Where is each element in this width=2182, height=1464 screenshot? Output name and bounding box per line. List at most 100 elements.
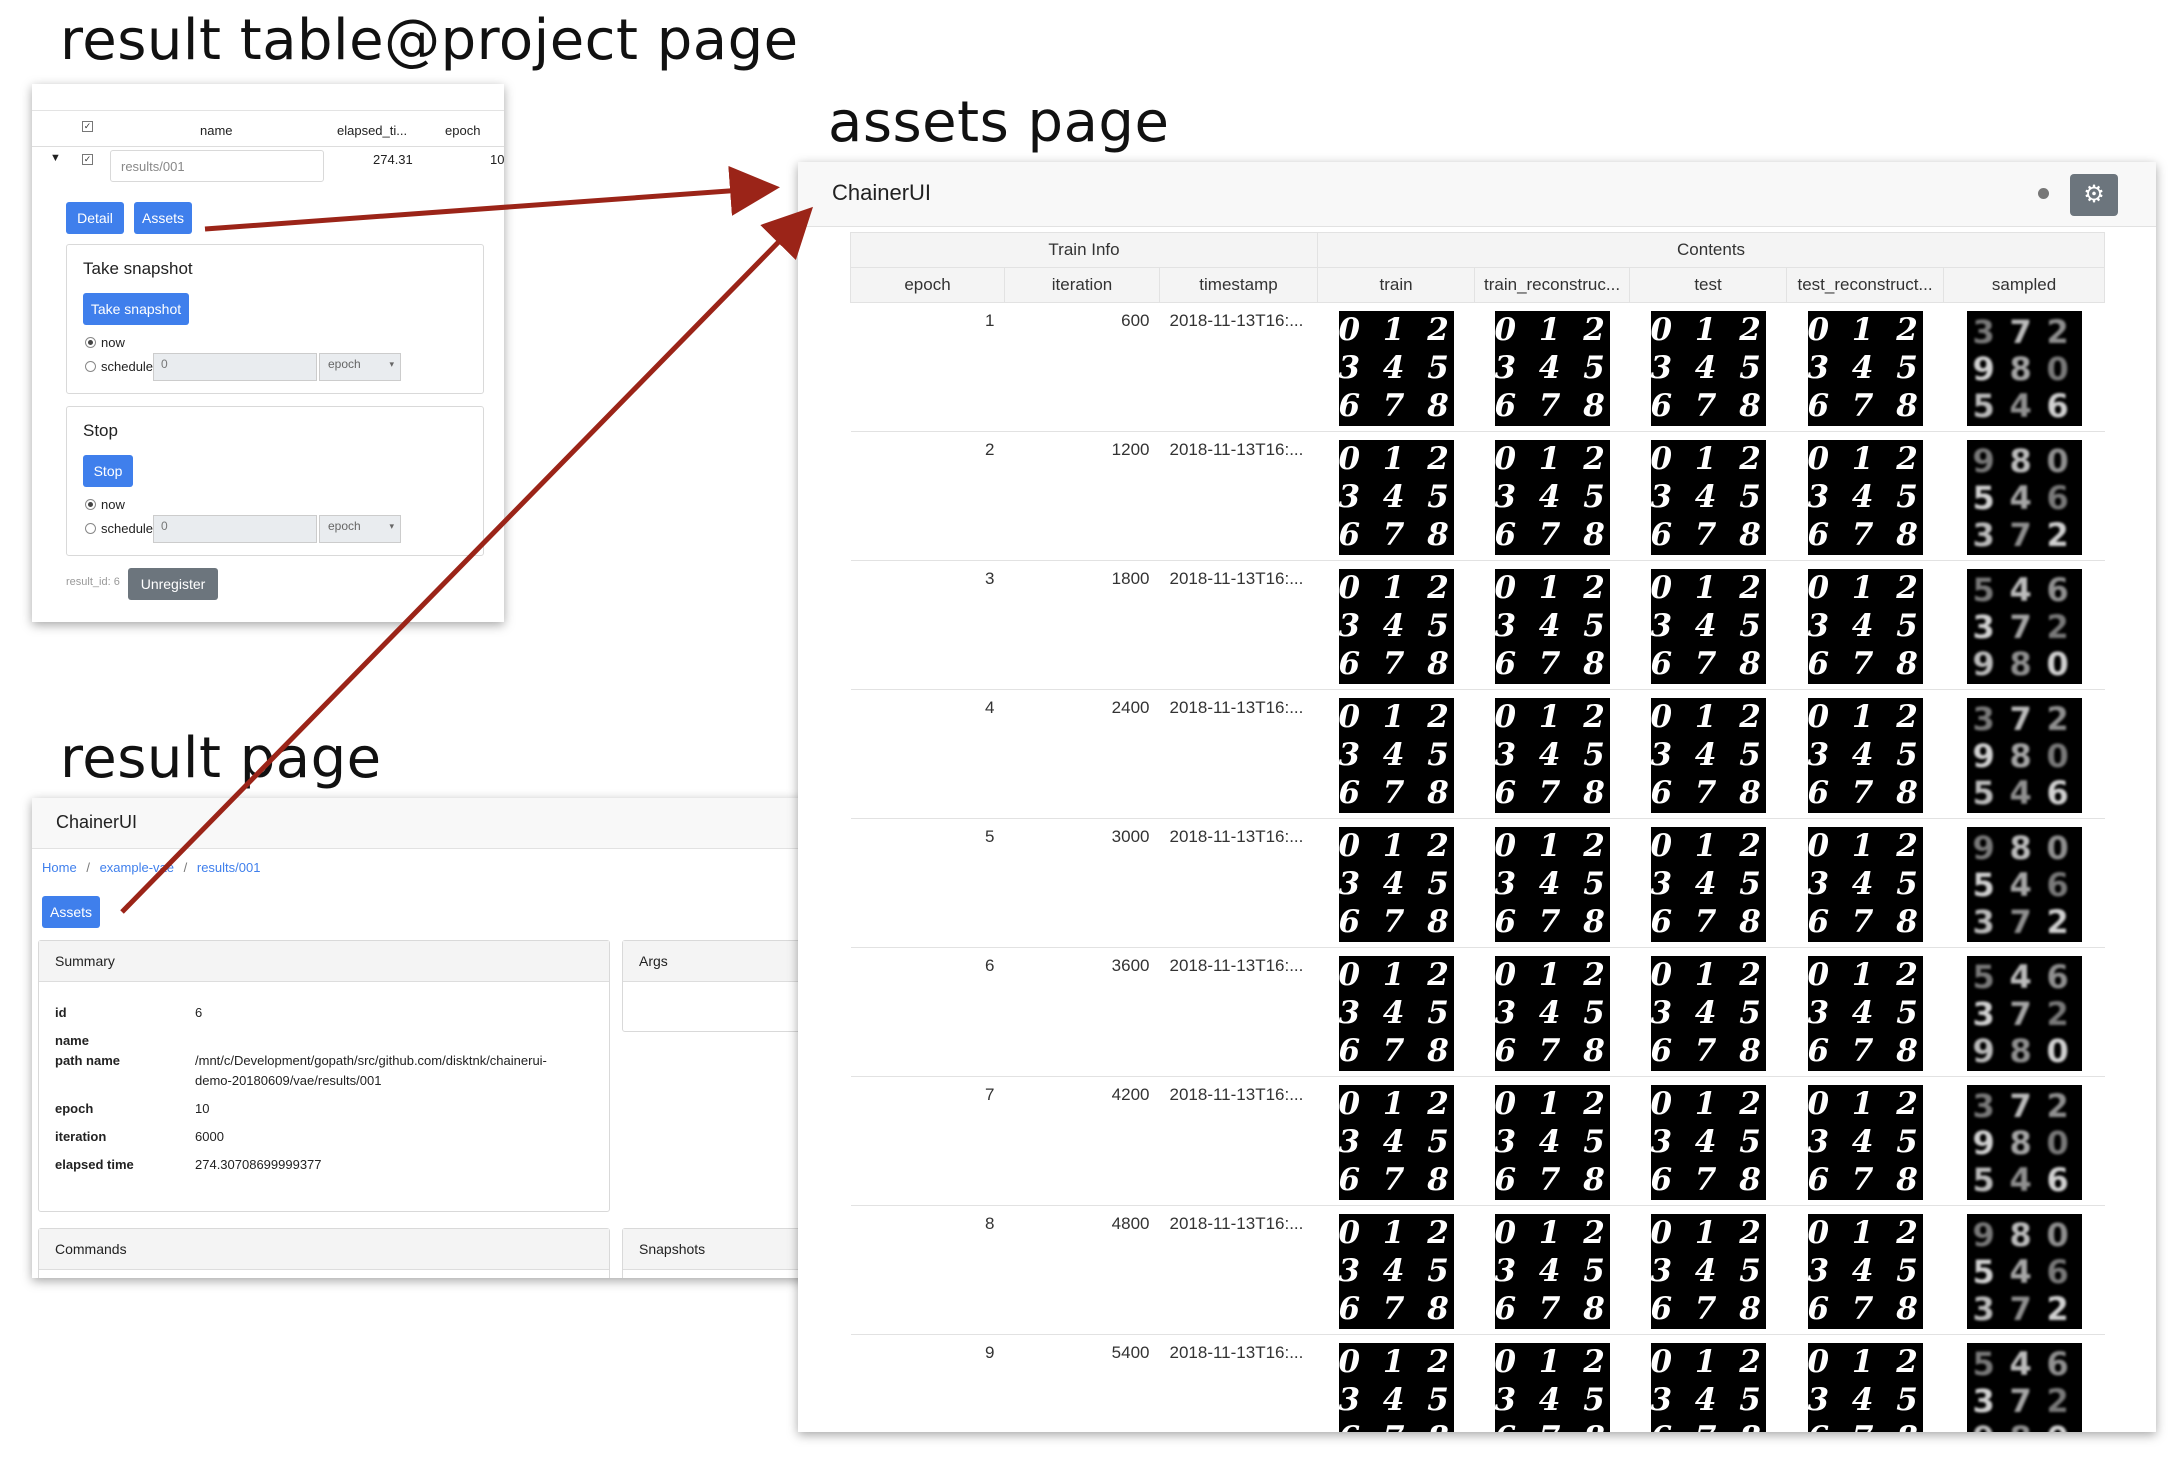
stop-button[interactable]: Stop — [83, 455, 133, 487]
column-header-train-reconstruct[interactable]: train_reconstruc... — [1474, 267, 1631, 303]
expand-chevron-icon[interactable]: ▼ — [50, 152, 61, 164]
digit-line: 0 1 2 — [1494, 570, 1611, 606]
test-image[interactable]: 0 1 23 4 56 7 8 — [1650, 440, 1766, 555]
stop-unit-select[interactable]: epoch ▾ — [319, 515, 401, 543]
status-dot-icon — [2038, 188, 2049, 199]
sampled-image[interactable]: 372 980 546 — [1966, 311, 2082, 426]
assets-button[interactable]: Assets — [134, 202, 192, 234]
train-reconstruct-image[interactable]: 0 1 23 4 56 7 8 — [1494, 698, 1610, 813]
snapshot-unit-select[interactable]: epoch ▾ — [319, 353, 401, 381]
test-reconstruct-image[interactable]: 0 1 23 4 56 7 8 — [1807, 698, 1923, 813]
train-image[interactable]: 0 1 23 4 56 7 8 — [1338, 698, 1454, 813]
sampled-image[interactable]: 546372980 — [1966, 569, 2082, 684]
test-image[interactable]: 0 1 23 4 56 7 8 — [1650, 1085, 1766, 1200]
train-image[interactable]: 0 1 23 4 56 7 8 — [1338, 311, 1454, 426]
test-image[interactable]: 0 1 23 4 56 7 8 — [1650, 827, 1766, 942]
train-image[interactable]: 0 1 23 4 56 7 8 — [1338, 1085, 1454, 1200]
column-header-iteration[interactable]: iteration — [1004, 267, 1160, 303]
test-image[interactable]: 0 1 23 4 56 7 8 — [1650, 569, 1766, 684]
iteration-cell: 4200 — [1004, 1076, 1160, 1206]
column-header-timestamp[interactable]: timestamp — [1158, 267, 1319, 303]
test-image[interactable]: 0 1 23 4 56 7 8 — [1650, 311, 1766, 426]
train-image[interactable]: 0 1 23 4 56 7 8 — [1338, 1343, 1454, 1432]
train-reconstruct-image[interactable]: 0 1 23 4 56 7 8 — [1494, 827, 1611, 942]
train-image[interactable]: 0 1 23 4 56 7 8 — [1338, 440, 1454, 555]
column-header-train[interactable]: train — [1317, 267, 1476, 303]
test-reconstruct-image[interactable]: 0 1 23 4 56 7 8 — [1807, 956, 1924, 1071]
breadcrumb-project[interactable]: example-vae — [100, 860, 174, 875]
test-image[interactable]: 0 1 23 4 56 7 8 — [1650, 1214, 1766, 1329]
column-header-elapsed[interactable]: elapsed_ti... — [337, 123, 407, 138]
test-image[interactable]: 0 1 23 4 56 7 8 — [1650, 1343, 1766, 1432]
train-reconstruct-image[interactable]: 0 1 23 4 56 7 8 — [1494, 311, 1610, 426]
test-reconstruct-image[interactable]: 0 1 23 4 56 7 8 — [1807, 440, 1923, 555]
test-reconstruct-image[interactable]: 0 1 23 4 56 7 8 — [1807, 1214, 1923, 1329]
test-reconstruct-image[interactable]: 0 1 23 4 56 7 8 — [1807, 1085, 1923, 1200]
settings-button[interactable]: ⚙ — [2070, 174, 2118, 216]
test-reconstruct-image[interactable]: 0 1 23 4 56 7 8 — [1807, 1343, 1923, 1432]
column-header-name[interactable]: name — [200, 123, 233, 138]
digit-line: 0 1 2 — [1494, 828, 1611, 864]
stop-now-radio[interactable] — [85, 499, 96, 510]
snapshot-now-radio[interactable] — [85, 337, 96, 348]
epoch-cell: 5 — [850, 818, 1005, 948]
test-image[interactable]: 0 1 23 4 56 7 8 — [1650, 698, 1766, 813]
train-image[interactable]: 0 1 23 4 56 7 8 — [1338, 1214, 1454, 1329]
result-assets-button[interactable]: Assets — [42, 896, 100, 928]
train-reconstruct-image[interactable]: 0 1 23 4 56 7 8 — [1494, 956, 1610, 1071]
test-reconstruct-image[interactable]: 0 1 23 4 56 7 8 — [1807, 311, 1923, 426]
digit-line: 3 4 5 — [1807, 995, 1924, 1031]
result-name-input[interactable]: results/001 — [110, 150, 324, 182]
snapshot-schedule-radio[interactable] — [85, 361, 96, 372]
sampled-image[interactable]: 546372980 — [1966, 956, 2082, 1071]
take-snapshot-button[interactable]: Take snapshot — [83, 293, 189, 325]
sampled-image[interactable]: 372 980 546 — [1966, 698, 2082, 813]
row-checkbox[interactable]: ✓ — [82, 154, 93, 165]
sampled-digit-blob: 0 — [2046, 829, 2069, 867]
sampled-image[interactable]: 980 546 372 — [1966, 827, 2082, 942]
sampled-image[interactable]: 372 980 546 — [1966, 1085, 2082, 1200]
column-header-sampled[interactable]: sampled — [1943, 267, 2106, 303]
column-header-test[interactable]: test — [1629, 267, 1788, 303]
train-image[interactable]: 0 1 23 4 56 7 8 — [1338, 956, 1454, 1071]
train-image-cell: 0 1 23 4 56 7 8 — [1317, 431, 1475, 561]
sampled-digit-blob: 0 — [2046, 442, 2069, 480]
stop-schedule-radio[interactable] — [85, 523, 96, 534]
test-reconstruct-image[interactable]: 0 1 23 4 56 7 8 — [1807, 827, 1924, 942]
train-image[interactable]: 0 1 23 4 56 7 8 — [1338, 827, 1455, 942]
column-header-epoch[interactable]: epoch — [445, 123, 480, 138]
sampled-image[interactable]: 546372980 — [1966, 1343, 2082, 1432]
detail-button[interactable]: Detail — [66, 202, 124, 234]
test-reconstruct-image[interactable]: 0 1 23 4 56 7 8 — [1807, 569, 1923, 684]
select-all-checkbox[interactable]: ✓ — [82, 121, 93, 132]
sampled-digit-blob: 3 — [1972, 700, 1995, 738]
column-header-epoch[interactable]: epoch — [850, 267, 1005, 303]
epoch-cell: 2 — [850, 431, 1005, 561]
iteration-cell: 2400 — [1004, 689, 1160, 819]
iteration-cell: 3600 — [1004, 947, 1160, 1077]
breadcrumb-result[interactable]: results/001 — [197, 860, 261, 875]
train-reconstruct-image[interactable]: 0 1 23 4 56 7 8 — [1494, 1085, 1610, 1200]
digit-line: 6 7 8 — [1338, 904, 1455, 940]
result-id-label: result_id: 6 — [66, 576, 120, 588]
unregister-button[interactable]: Unregister — [128, 568, 218, 600]
sampled-image[interactable]: 980 546 372 — [1966, 440, 2082, 555]
assets-app-title[interactable]: ChainerUI — [832, 180, 931, 206]
digit-line: 3 4 5 — [1807, 866, 1924, 902]
sampled-digit-blob: 8 — [2009, 645, 2032, 683]
column-header-test-reconstruct[interactable]: test_reconstruct... — [1786, 267, 1945, 303]
app-title[interactable]: ChainerUI — [56, 812, 137, 833]
train-reconstruct-image[interactable]: 0 1 23 4 56 7 8 — [1494, 1343, 1610, 1432]
train-reconstruct-image[interactable]: 0 1 23 4 56 7 8 — [1494, 440, 1610, 555]
train-reconstruct-image[interactable]: 0 1 23 4 56 7 8 — [1494, 1214, 1610, 1329]
sampled-image[interactable]: 980 546 372 — [1966, 1214, 2082, 1329]
test-image[interactable]: 0 1 23 4 56 7 8 — [1650, 956, 1766, 1071]
breadcrumb-home[interactable]: Home — [42, 860, 77, 875]
timestamp-cell: 2018-11-13T16:... — [1159, 302, 1318, 432]
timestamp-cell: 2018-11-13T16:... — [1159, 689, 1318, 819]
sampled-digit-blob: 7 — [2009, 1382, 2032, 1420]
train-reconstruct-image[interactable]: 0 1 23 4 56 7 8 — [1494, 569, 1611, 684]
stop-schedule-input[interactable]: 0 — [153, 515, 317, 543]
train-image[interactable]: 0 1 23 4 56 7 8 — [1338, 569, 1454, 684]
snapshot-schedule-input[interactable]: 0 — [153, 353, 317, 381]
